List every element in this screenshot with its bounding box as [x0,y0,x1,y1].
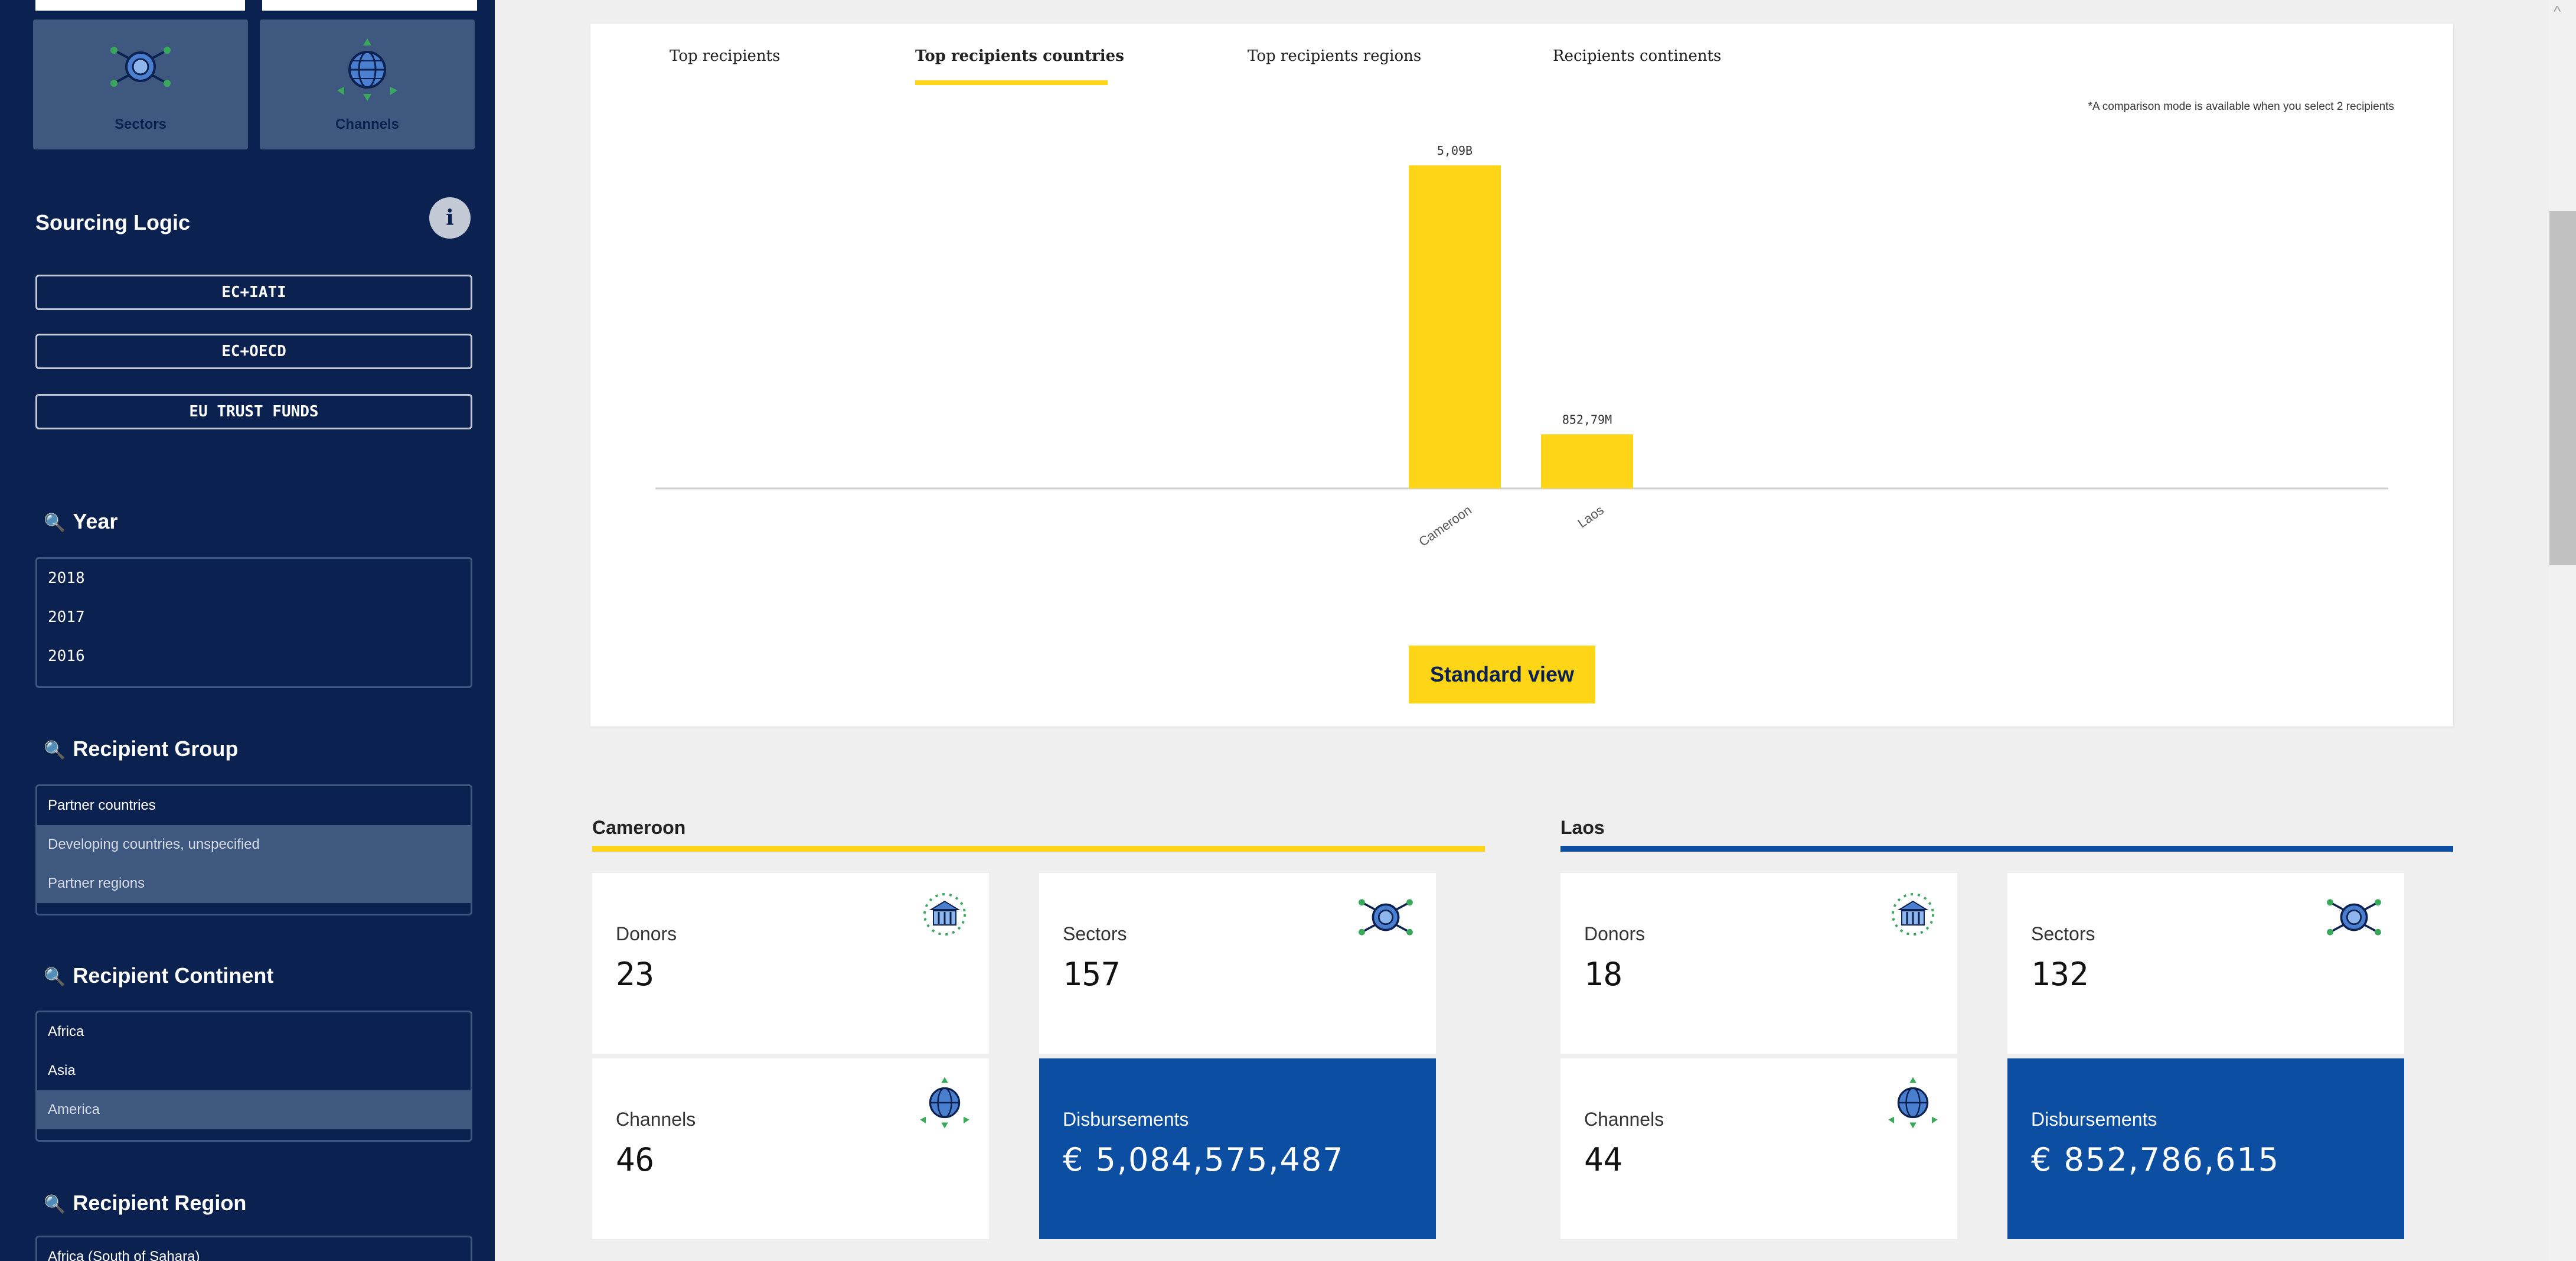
sectors-tile-label: Sectors [114,116,167,132]
recipient-continent-filter-list[interactable]: Africa Asia America [35,1011,472,1142]
disbursements-label: Disbursements [1063,1109,1189,1130]
year-option[interactable]: 2017 [37,598,471,637]
category-label: Cameroon [1416,503,1474,549]
category-label: Laos [1575,503,1606,531]
disbursements-value: € 5,084,575,487 [1063,1141,1344,1178]
sourcing-logic-title: Sourcing Logic [35,210,191,234]
channels-tile-label: Channels [335,116,400,132]
recipient-group-filter-list[interactable]: Partner countries Developing countries, … [35,784,472,915]
bar-chart: 5,09B Cameroon 852,79M Laos [655,144,2388,549]
recipient-group-option[interactable]: Partner regions [37,864,471,903]
sectors-tile[interactable]: Sectors [33,19,248,149]
scroll-up-arrow[interactable]: ^ [2554,2,2561,21]
recipient-group-option[interactable]: Developing countries, unspecified [37,825,471,864]
recipient-region-filter-list[interactable]: Africa (South of Sahara) [35,1236,472,1261]
chart-panel: Top recipients Top recipients countries … [590,24,2453,726]
search-icon: 🔍 [44,740,66,761]
donors-icon [1892,893,1934,936]
info-icon[interactable]: i [429,197,471,239]
donors-value: 18 [1584,956,1623,993]
recipient-continent-option[interactable]: Asia [37,1051,471,1090]
channels-label: Channels [616,1109,696,1130]
country-name: Cameroon [592,817,686,838]
sectors-value: 157 [1063,956,1121,993]
recipient-region-option[interactable]: Africa (South of Sahara) [37,1237,471,1261]
search-icon: 🔍 [44,1194,66,1215]
recipient-region-filter-title: 🔍 Recipient Region [44,1191,246,1216]
donors-icon [923,893,966,936]
sectors-icon [110,47,171,87]
sourcing-button-ec-iati[interactable]: EC+IATI [35,275,472,310]
search-icon: 🔍 [44,513,66,533]
channels-card[interactable]: Channels 44 [1560,1058,1957,1239]
sectors-label: Sectors [1063,923,1127,944]
channels-icon [1888,1077,1938,1129]
channels-icon [337,38,397,101]
bar-laos[interactable] [1541,434,1633,488]
bar-value-label: 5,09B [1437,144,1473,158]
standard-view-button[interactable]: Standard view [1409,646,1595,703]
sectors-value: 132 [2031,956,2089,993]
recipient-region-filter-label: Recipient Region [73,1191,247,1215]
channels-icon [920,1077,969,1129]
recipient-group-option[interactable]: Partner countries [37,786,471,825]
donors-value: 23 [616,956,655,993]
donors-card[interactable]: Donors 23 [592,873,989,1054]
year-filter-list[interactable]: 2018 2017 2016 [35,557,472,688]
sectors-label: Sectors [2031,923,2095,944]
scrollbar-thumb[interactable] [2549,211,2576,565]
disbursements-card[interactable]: Disbursements € 852,786,615 [2007,1058,2404,1239]
year-filter-title: 🔍 Year [44,509,117,534]
year-filter-label: Year [73,509,118,533]
disbursements-card[interactable]: Disbursements € 5,084,575,487 [1039,1058,1436,1239]
year-option[interactable]: 2016 [37,637,471,676]
tile-edge [35,0,245,11]
sourcing-button-eu-trust-funds[interactable]: EU TRUST FUNDS [35,394,472,429]
recipient-group-filter-label: Recipient Group [73,737,239,761]
recipient-continent-option[interactable]: Africa [37,1012,471,1051]
sectors-card[interactable]: Sectors 157 [1039,873,1436,1054]
donors-card[interactable]: Donors 18 [1560,873,1957,1054]
sourcing-button-ec-oecd[interactable]: EC+OECD [35,334,472,369]
channels-label: Channels [1584,1109,1664,1130]
bar-cameroon[interactable] [1409,165,1501,488]
donors-label: Donors [616,923,677,944]
year-option[interactable]: 2018 [37,559,471,598]
donors-label: Donors [1584,923,1645,944]
sectors-icon [2327,899,2381,936]
recipient-continent-filter-title: 🔍 Recipient Continent [44,963,273,988]
tile-edge [262,0,477,11]
recipient-continent-filter-label: Recipient Continent [73,963,274,988]
sectors-card[interactable]: Sectors 132 [2007,873,2404,1054]
channels-card[interactable]: Channels 46 [592,1058,989,1239]
recipient-group-filter-title: 🔍 Recipient Group [44,737,238,761]
country-accent-bar [592,846,1485,852]
sectors-icon [1359,899,1413,936]
bar-value-label: 852,79M [1562,412,1612,426]
channels-value: 46 [616,1141,655,1178]
disbursements-value: € 852,786,615 [2031,1141,2280,1178]
sidebar: Sectors Channels Sourcing Logic i EC+IAT… [0,0,495,1261]
recipient-continent-option[interactable]: America [37,1090,471,1129]
disbursements-label: Disbursements [2031,1109,2157,1130]
scrollbar-track[interactable] [2549,0,2576,1261]
channels-tile[interactable]: Channels [260,19,475,149]
channels-value: 44 [1584,1141,1623,1178]
search-icon: 🔍 [44,967,66,988]
country-accent-bar [1560,846,2453,852]
country-name: Laos [1560,817,1605,838]
